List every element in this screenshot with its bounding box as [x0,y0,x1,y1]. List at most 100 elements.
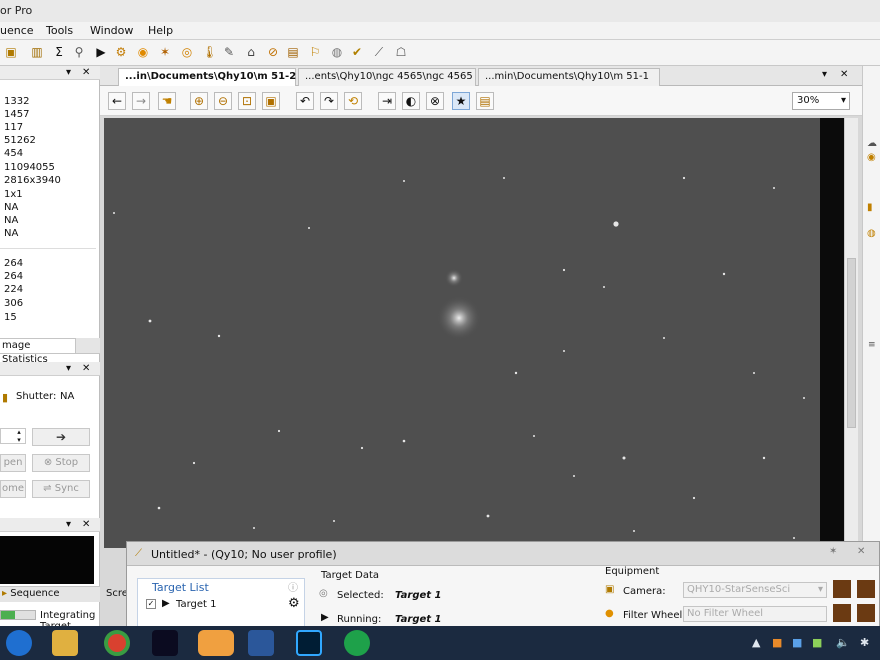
gear-icon[interactable]: ⚙ [114,45,128,59]
rotate-left-icon[interactable]: ↶ [296,92,314,110]
vertical-scrollbar[interactable] [844,118,858,548]
filter-wheel-select[interactable]: No Filter Wheel [683,606,827,622]
weather-icon[interactable]: ◉ [867,152,876,163]
alert-icon[interactable]: ◍ [867,228,876,239]
stat-value: 264 [4,271,24,282]
tray-app-icon[interactable]: ▲ [752,636,760,649]
photoshop-icon[interactable] [296,630,322,656]
word-icon[interactable] [248,630,274,656]
back-arrow-icon[interactable]: ← [108,92,126,110]
ie-icon[interactable] [6,630,32,656]
app-title: or Pro [0,4,33,17]
drag-handle-icon[interactable]: ≡ [868,340,876,350]
crosshair-icon[interactable]: ⊗ [426,92,444,110]
next-arrow-button[interactable]: ➔ [32,428,90,446]
sensor-icon[interactable]: ▮ [867,202,873,213]
target-icon[interactable]: ◉ [136,45,150,59]
sync-label: Sync [54,483,79,494]
tab-ngc4565[interactable]: ...ents\Qhy10\ngc 4565\ngc 4565 [298,68,476,86]
chrome-icon[interactable] [104,630,130,656]
sum-icon[interactable]: Σ [52,45,66,59]
dropdown-arrow-icon[interactable]: ▾ [66,363,71,374]
selected-icon: ◎ [319,588,328,599]
tab-sequence[interactable]: ▸ Sequence [0,586,100,602]
zoom-select[interactable]: 30% ▾ [792,92,850,110]
dome-icon[interactable]: ◍ [330,45,344,59]
check-icon[interactable]: ✔ [350,45,364,59]
close-icon[interactable]: ✕ [82,67,90,78]
astronomy-app-icon[interactable] [152,630,178,656]
menu-window[interactable]: Window [90,24,133,37]
hand-icon[interactable]: ☚ [158,92,176,110]
folder-icon[interactable] [52,630,78,656]
histogram-icon[interactable]: ▥ [30,45,44,59]
guide-icon[interactable]: ◎ [180,45,194,59]
spinner-icon[interactable]: ▴ ▾ [12,428,26,444]
play-icon[interactable]: ▶ [162,598,170,609]
rotator-icon[interactable]: ⊘ [266,45,280,59]
zoom-in-icon[interactable]: ⊕ [190,92,208,110]
telescope-icon[interactable]: ⌂ [244,45,258,59]
close-icon[interactable]: ✕ [840,69,848,80]
forward-arrow-icon[interactable]: → [132,92,150,110]
gear-icon[interactable]: ⚙ [288,596,300,611]
save-icon[interactable]: ▣ [4,45,18,59]
maxim-icon[interactable] [198,630,234,656]
stop-button[interactable]: ⊗ Stop [32,454,90,472]
camera-connect-button[interactable] [857,580,875,598]
tab-image-statistics[interactable]: mage Statistics [0,338,76,365]
contrast-icon[interactable]: ◐ [402,92,420,110]
camera-select[interactable]: QHY10-StarSenseSci ▾ [683,582,827,598]
zoom-actual-icon[interactable]: ▣ [262,92,280,110]
volume-icon[interactable]: 🔈 [836,636,850,649]
tab-m51-2[interactable]: ...in\Documents\Qhy10\m 51-2 [118,68,296,86]
open-button[interactable]: pen [0,454,26,472]
graph-icon[interactable]: ⟋ [372,45,386,59]
focus-icon[interactable]: ✶ [158,45,172,59]
tabs-dropdown-icon[interactable]: ▾ [822,69,827,80]
camera-settings-button[interactable] [833,580,851,598]
tray-network-icon[interactable]: ■ [792,636,802,649]
frame-icon[interactable]: ▤ [286,45,300,59]
scroll-thumb[interactable] [847,258,856,428]
notes-icon[interactable]: ▤ [476,92,494,110]
temperature-icon[interactable]: 🌡 [202,45,217,59]
export-icon[interactable]: ⇥ [378,92,396,110]
sync-button[interactable]: ⇌ Sync [32,480,90,498]
menu-sequence[interactable]: uence [0,24,34,37]
screen-tab-label[interactable]: Scre [106,588,126,599]
image-canvas[interactable] [104,118,820,550]
dropdown-arrow-icon[interactable]: ▾ [66,67,71,78]
star-icon[interactable]: ★ [452,92,470,110]
bluetooth-icon[interactable]: ✱ [860,636,869,649]
zoom-fit-icon[interactable]: ⊡ [238,92,256,110]
filter-connect-button[interactable] [857,604,875,622]
observatory-icon[interactable]: ☖ [394,45,408,59]
tab-m51-1[interactable]: ...min\Documents\Qhy10\m 51-1 [478,68,660,86]
close-icon[interactable]: ✕ [82,519,90,530]
flat-icon[interactable]: ⚐ [308,45,322,59]
dropdown-arrow-icon[interactable]: ▾ [66,519,71,530]
cloud-icon[interactable]: ☁ [867,138,877,149]
info-icon[interactable]: ⓘ [288,579,298,594]
menu-help[interactable]: Help [148,24,173,37]
search-icon[interactable]: ⚲ [72,45,86,59]
menu-tools[interactable]: Tools [46,24,73,37]
home-button[interactable]: ome [0,480,26,498]
rotate-right-icon[interactable]: ↷ [320,92,338,110]
stat-value: 454 [4,148,24,159]
play-icon[interactable]: ▶ [94,45,108,59]
target-checkbox[interactable]: ✓ [146,599,156,609]
tray-backup-icon[interactable]: ■ [772,636,782,649]
tray-flag-icon[interactable]: ■ [812,636,822,649]
target-item[interactable]: Target 1 [176,599,216,610]
phd-guiding-icon[interactable] [344,630,370,656]
pin-icon[interactable]: ✶ [829,546,837,557]
filter-settings-button[interactable] [833,604,851,622]
flip-icon[interactable]: ⟲ [344,92,362,110]
close-icon[interactable]: ✕ [857,546,865,557]
tool-icon[interactable]: ✎ [222,45,236,59]
main-toolbar: ▣ ▥ Σ ⚲ ▶ ⚙ ◉ ✶ ◎ 🌡 ✎ ⌂ ⊘ ▤ ⚐ ◍ ✔ ⟋ ☖ [0,40,880,66]
close-icon[interactable]: ✕ [82,363,90,374]
zoom-out-icon[interactable]: ⊖ [214,92,232,110]
